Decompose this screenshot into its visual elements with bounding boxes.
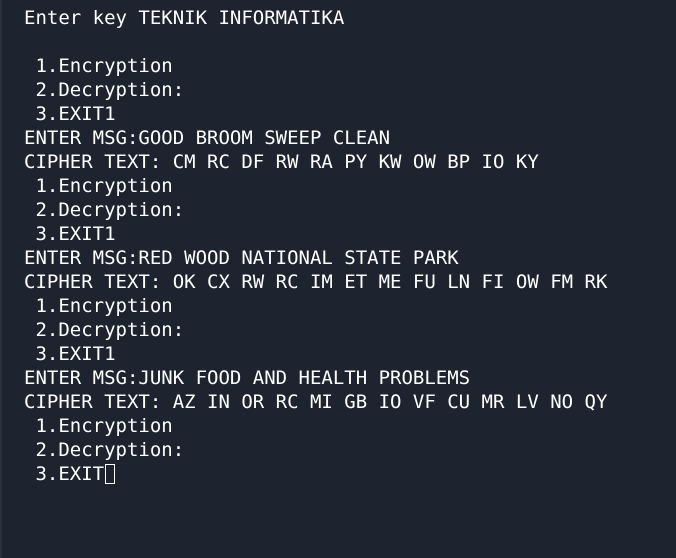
input-prompt-line[interactable]: 3.EXIT bbox=[24, 462, 676, 486]
output-line: 3.EXIT1 bbox=[24, 343, 116, 365]
prompt-text: 3.EXIT bbox=[24, 463, 105, 485]
output-line: 3.EXIT1 bbox=[24, 223, 116, 245]
output-line: 1.Encryption bbox=[24, 415, 173, 437]
output-line: 2.Decryption: bbox=[24, 199, 185, 221]
key-prompt-line: Enter key TEKNIK INFORMATIKA bbox=[24, 7, 345, 29]
output-line: 2.Decryption: bbox=[24, 439, 185, 461]
output-line: ENTER MSG:JUNK FOOD AND HEALTH PROBLEMS bbox=[24, 367, 471, 389]
output-line: 1.Encryption bbox=[24, 295, 173, 317]
text-cursor[interactable] bbox=[105, 464, 116, 484]
output-line: CIPHER TEXT: AZ IN OR RC MI GB IO VF CU … bbox=[24, 391, 608, 413]
output-line: ENTER MSG:GOOD BROOM SWEEP CLEAN bbox=[24, 127, 391, 149]
output-line: CIPHER TEXT: CM RC DF RW RA PY KW OW BP … bbox=[24, 151, 539, 173]
output-line: 1.Encryption bbox=[24, 55, 173, 77]
output-line: 3.EXIT1 bbox=[24, 103, 116, 125]
output-line: ENTER MSG:RED WOOD NATIONAL STATE PARK bbox=[24, 247, 459, 269]
output-line: 1.Encryption bbox=[24, 175, 173, 197]
terminal-window[interactable]: Enter key TEKNIK INFORMATIKA 1.Encryptio… bbox=[0, 0, 676, 558]
output-line: CIPHER TEXT: OK CX RW RC IM ET ME FU LN … bbox=[24, 271, 608, 293]
output-line: 2.Decryption: bbox=[24, 79, 185, 101]
output-line: 2.Decryption: bbox=[24, 319, 185, 341]
